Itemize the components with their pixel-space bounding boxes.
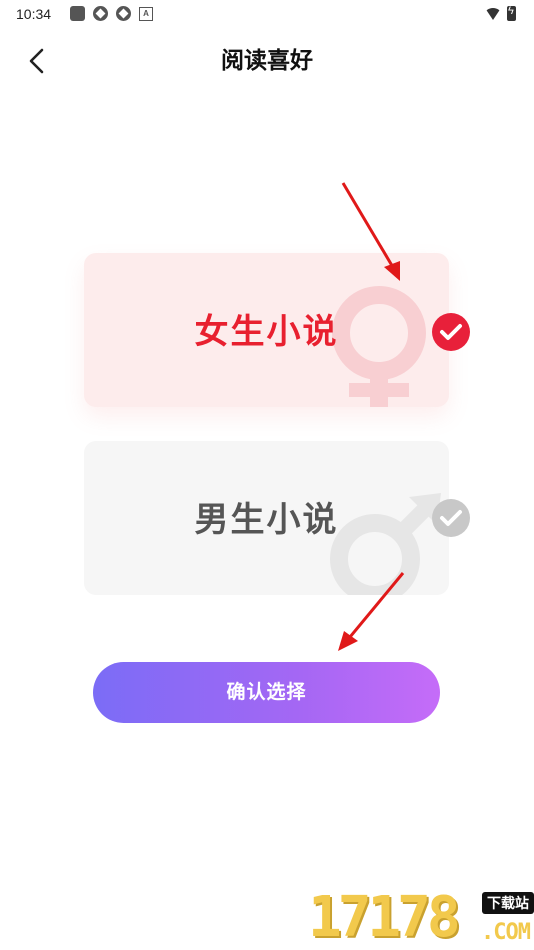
watermark-tag: 下载站 <box>482 892 534 914</box>
watermark-logo: 17178 下载站 .COM <box>308 886 534 950</box>
male-novel-label: 男生小说 <box>194 500 339 540</box>
wifi-icon <box>485 7 501 20</box>
app-notification-icon <box>116 6 131 21</box>
status-time: 10:34 <box>16 6 52 22</box>
notification-icons: A <box>70 6 153 21</box>
status-bar: 10:34 A <box>0 0 534 28</box>
app-notification-icon <box>70 6 85 21</box>
confirm-button[interactable]: 确认选择 <box>93 662 440 723</box>
page-title: 阅读喜好 <box>221 48 313 74</box>
battery-charging-icon <box>507 5 516 21</box>
watermark-number: 17178 <box>308 885 461 950</box>
check-selected-icon <box>432 313 470 351</box>
check-unselected-icon <box>432 499 470 537</box>
app-notification-icon <box>93 6 108 21</box>
female-novel-label: 女生小说 <box>194 312 339 352</box>
female-novel-option[interactable]: 女生小说 <box>84 253 470 407</box>
system-icons <box>485 5 516 21</box>
watermark-domain: .COM <box>481 920 531 945</box>
a-badge-icon: A <box>139 6 153 21</box>
male-novel-option[interactable]: 男生小说 <box>84 441 470 595</box>
